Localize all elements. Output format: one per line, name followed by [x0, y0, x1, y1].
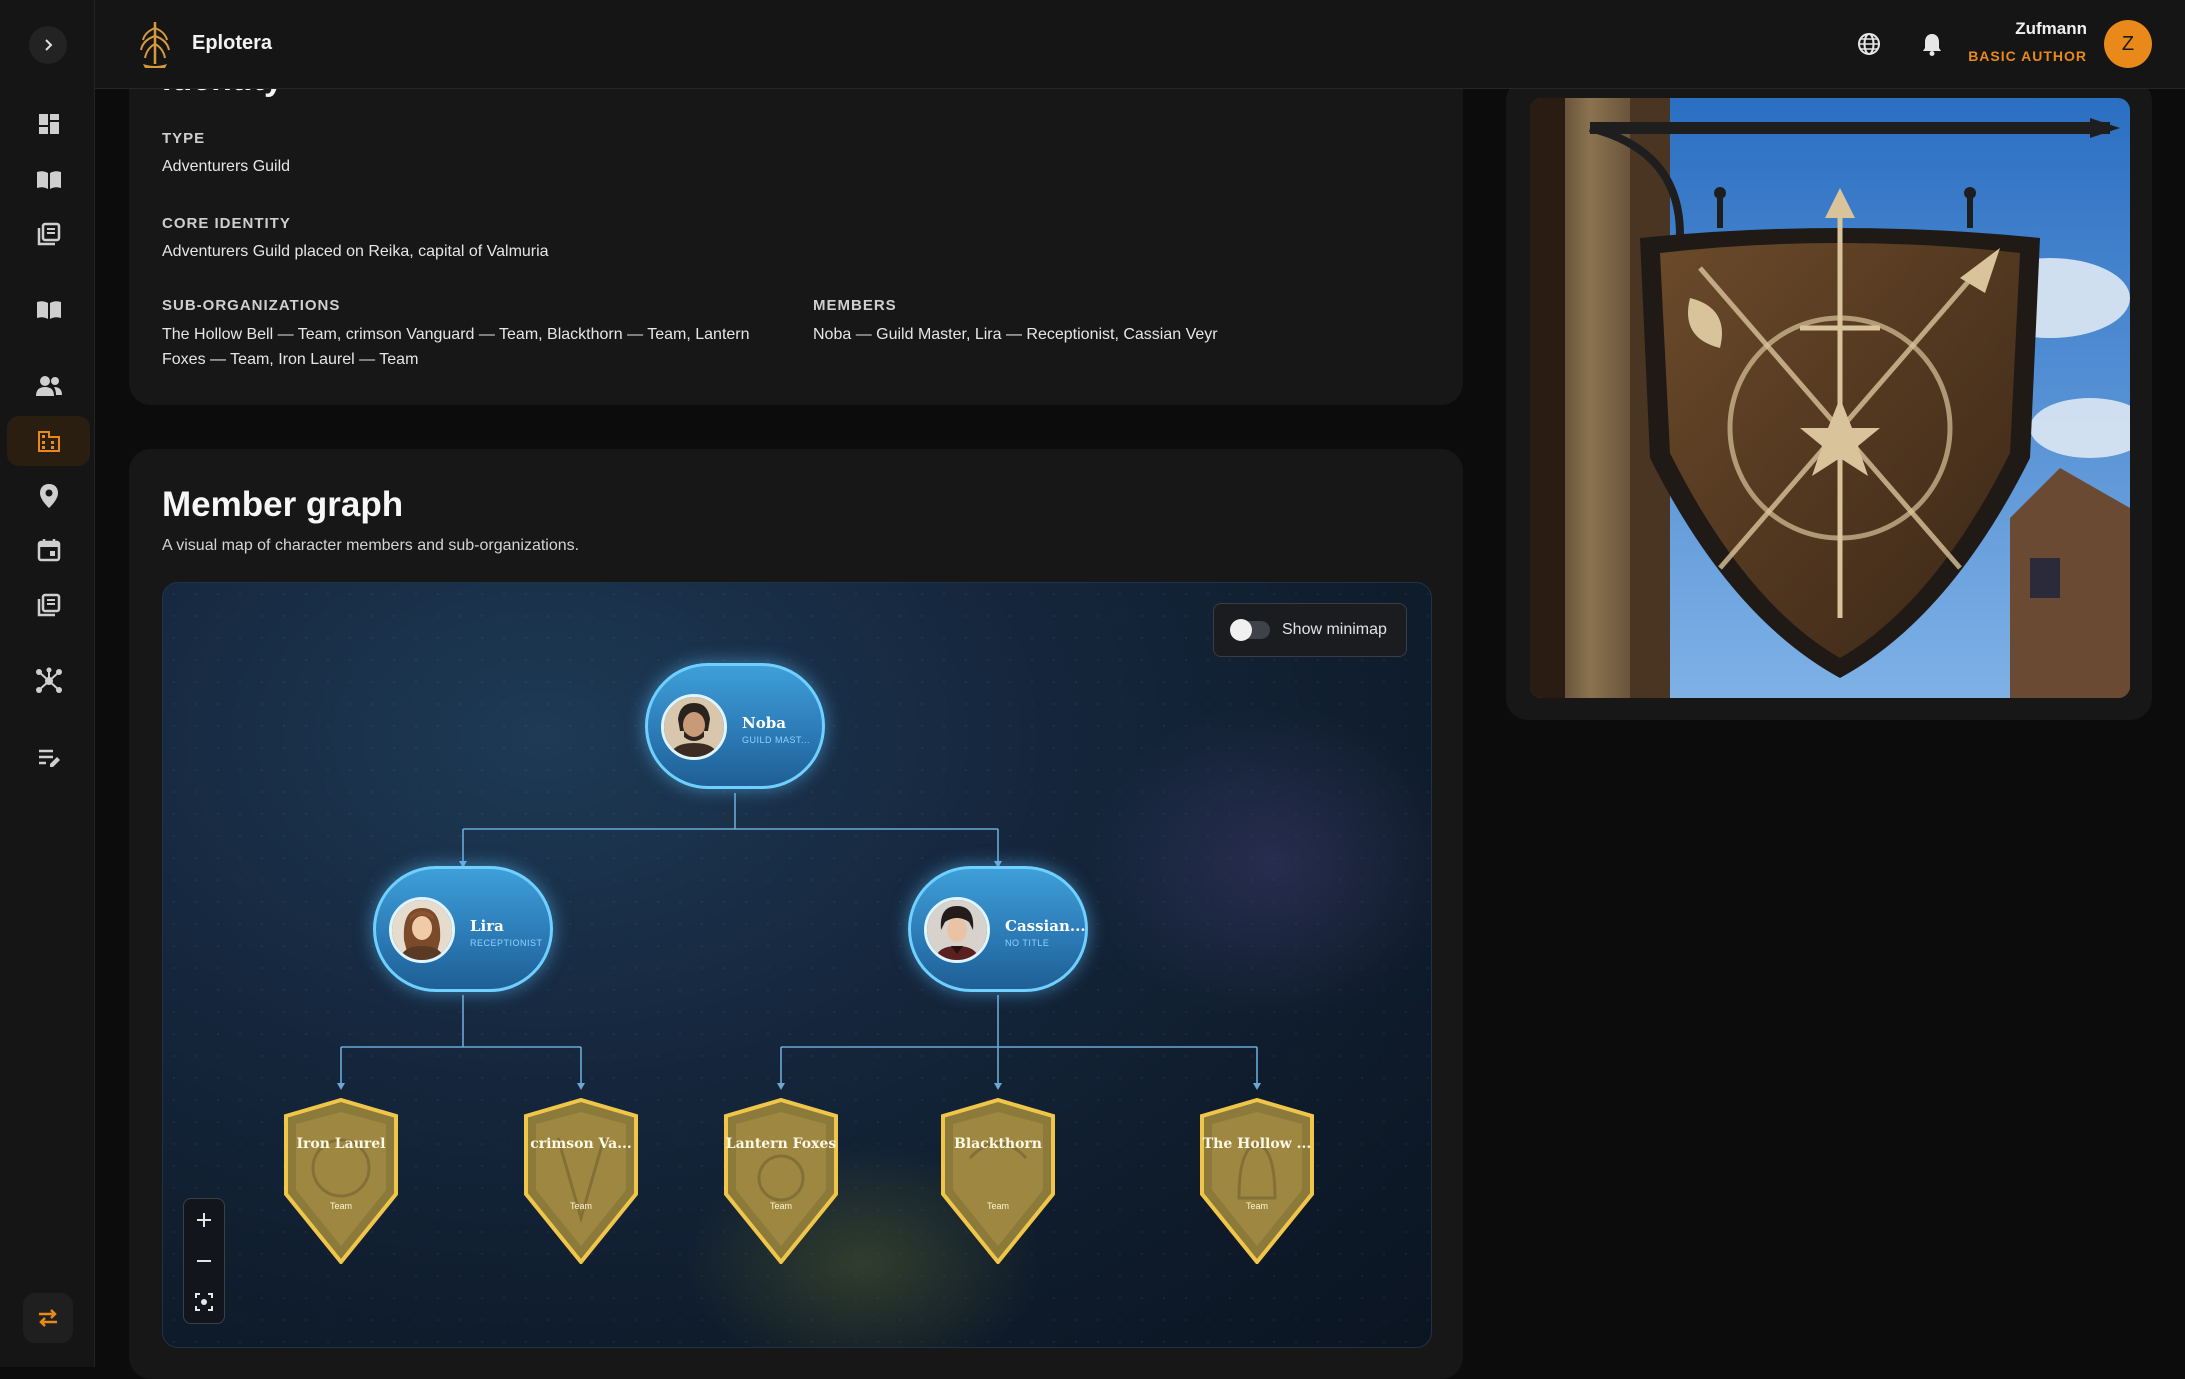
- sidebar-item-library[interactable]: [7, 209, 90, 259]
- team-node-blackthorn[interactable]: Blackthorn Team: [935, 1097, 1061, 1266]
- top-bar: Eplotera Zufmann BASIC AUTHOR Z: [95, 0, 2185, 89]
- zoom-in-button[interactable]: [184, 1200, 224, 1240]
- team-type: Team: [769, 1201, 792, 1211]
- team-node-iron-laurel[interactable]: Iron Laurel Team: [278, 1097, 404, 1266]
- notifications-button[interactable]: [1917, 29, 1947, 59]
- brand-name[interactable]: Eplotera: [192, 32, 272, 55]
- member-graph-card: Member graph A visual map of character m…: [129, 449, 1463, 1379]
- user-name[interactable]: Zufmann: [2015, 19, 2087, 39]
- zoom-controls: [183, 1198, 225, 1324]
- character-name: Lira: [470, 917, 504, 935]
- type-value: Adventurers Guild: [162, 158, 291, 175]
- team-node-the-hollow-bell[interactable]: The Hollow ... Team: [1194, 1097, 1320, 1266]
- location-pin-icon: [39, 484, 58, 508]
- sidebar-item-stories[interactable]: [7, 155, 90, 205]
- character-title: RECEPTIONIST: [470, 938, 543, 948]
- team-type: Team: [1245, 1201, 1268, 1211]
- shield-icon: [284, 1097, 398, 1266]
- member-graph-title: Member graph: [162, 485, 404, 524]
- team-type: Team: [986, 1201, 1009, 1211]
- core-identity-value: Adventurers Guild placed on Reika, capit…: [162, 243, 549, 260]
- people-icon: [35, 376, 62, 396]
- sidebar-item-notes[interactable]: [7, 580, 90, 630]
- team-name: Lantern Foxes: [725, 1136, 837, 1152]
- character-title: GUILD MAST...: [742, 735, 811, 745]
- team-type: Team: [569, 1201, 592, 1211]
- organization-icon: [37, 431, 60, 452]
- calendar-icon: [37, 539, 60, 562]
- type-label: TYPE: [162, 130, 206, 147]
- sidebar-item-organizations[interactable]: [7, 416, 90, 466]
- chevron-right-icon: [45, 39, 53, 51]
- sidebar-item-relations[interactable]: [7, 656, 90, 706]
- team-node-crimson-vanguard[interactable]: crimson Va... Team: [518, 1097, 644, 1266]
- shield-icon: [1200, 1097, 1314, 1266]
- library-icon: [37, 222, 60, 246]
- dashboard-icon: [38, 114, 59, 134]
- minimap-label: Show minimap: [1282, 621, 1387, 638]
- character-name: Noba: [742, 714, 786, 732]
- show-minimap-toggle[interactable]: Show minimap: [1213, 603, 1407, 657]
- bell-icon: [1923, 34, 1941, 56]
- zoom-out-button[interactable]: [184, 1241, 224, 1281]
- shield-icon: [941, 1097, 1055, 1266]
- character-name: Cassian...: [1005, 917, 1086, 935]
- core-identity-label: CORE IDENTITY: [162, 215, 291, 232]
- team-name: crimson Va...: [530, 1136, 632, 1152]
- user-avatar[interactable]: Z: [2104, 20, 2152, 68]
- character-node-cassian[interactable]: Cassian... NO TITLE: [908, 866, 1088, 992]
- sidebar-item-lore[interactable]: [7, 285, 90, 335]
- user-role-badge: BASIC AUTHOR: [1968, 48, 2087, 64]
- network-icon: [35, 667, 62, 693]
- plus-icon: [197, 1213, 211, 1227]
- expand-sidebar-button[interactable]: [29, 26, 67, 64]
- members-label: MEMBERS: [813, 297, 897, 314]
- team-name: The Hollow ...: [1202, 1136, 1312, 1152]
- sidebar-item-locations[interactable]: [7, 471, 90, 521]
- sub-organizations-value: The Hollow Bell — Team, crimson Vanguard…: [162, 326, 750, 368]
- members-value: Noba — Guild Master, Lira — Receptionist…: [813, 326, 1218, 343]
- team-name: Blackthorn: [954, 1136, 1042, 1152]
- minimap-switch[interactable]: [1230, 619, 1270, 641]
- shield-icon: [724, 1097, 838, 1266]
- globe-icon: [1858, 33, 1880, 55]
- book-open-icon: [36, 171, 61, 189]
- team-name: Iron Laurel: [296, 1136, 386, 1152]
- character-title: NO TITLE: [1005, 938, 1050, 948]
- notes-icon: [37, 593, 60, 617]
- swap-arrows-icon: [39, 1309, 57, 1327]
- fit-view-button[interactable]: [184, 1282, 224, 1322]
- team-type: Team: [329, 1201, 352, 1211]
- avatar: [389, 897, 455, 963]
- team-node-lantern-foxes[interactable]: Lantern Foxes Team: [718, 1097, 844, 1266]
- language-button[interactable]: [1854, 29, 1884, 59]
- graph-canvas[interactable]: Show minimap Noba GUILD MAST... Lira REC…: [162, 582, 1432, 1348]
- sub-organizations-label: SUB-ORGANIZATIONS: [162, 297, 341, 314]
- brand-logo[interactable]: [135, 18, 175, 70]
- fit-view-icon: [195, 1293, 213, 1311]
- member-graph-subtitle: A visual map of character members and su…: [162, 537, 580, 554]
- book-icon: [36, 301, 61, 319]
- sidebar-item-timeline[interactable]: [7, 525, 90, 575]
- sidebar: [0, 0, 95, 1367]
- logo-icon: [140, 22, 170, 68]
- avatar: [661, 694, 727, 760]
- portrait-icon: [927, 900, 987, 960]
- character-node-lira[interactable]: Lira RECEPTIONIST: [373, 866, 553, 992]
- organization-image-card: [1506, 79, 2152, 720]
- avatar: [924, 897, 990, 963]
- sidebar-item-drafts[interactable]: [7, 733, 90, 783]
- organization-emblem-image[interactable]: [1530, 98, 2130, 698]
- character-node-noba[interactable]: Noba GUILD MAST...: [645, 663, 825, 789]
- portrait-icon: [392, 900, 452, 960]
- switch-workspace-button[interactable]: [23, 1293, 73, 1343]
- sidebar-item-characters[interactable]: [7, 361, 90, 411]
- edit-list-icon: [38, 749, 60, 767]
- identity-card: Identity TYPE Adventurers Guild CORE IDE…: [129, 40, 1463, 405]
- minus-icon: [197, 1260, 211, 1262]
- portrait-icon: [664, 697, 724, 757]
- shield-icon: [524, 1097, 638, 1266]
- sidebar-item-dashboard[interactable]: [7, 99, 90, 149]
